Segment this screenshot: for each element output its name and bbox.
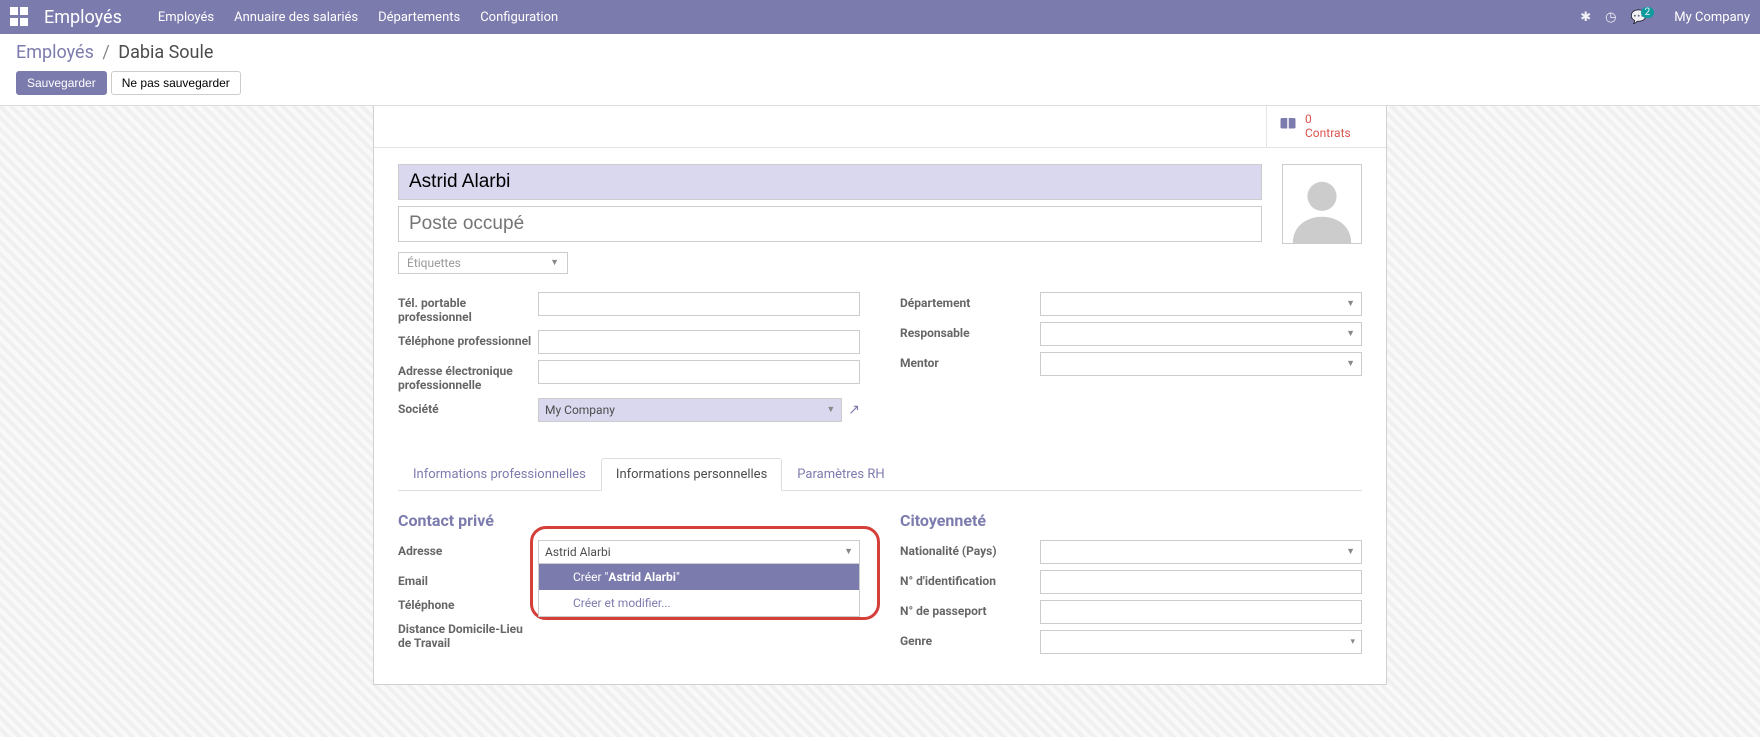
top-navbar: Employés Employés Annuaire des salariés …: [0, 0, 1760, 34]
chevron-down-icon: ▼: [1346, 298, 1355, 309]
address-select[interactable]: Astrid Alarbi ▼: [538, 540, 860, 564]
field-label-manager: Responsable: [900, 322, 1040, 340]
chat-icon[interactable]: 💬2: [1630, 10, 1660, 25]
field-label-mentor: Mentor: [900, 352, 1040, 370]
section-title-private: Contact privé: [398, 511, 860, 530]
field-label-private-email: Email: [398, 570, 538, 588]
breadcrumb-current: Dabia Soule: [118, 42, 213, 63]
company-select[interactable]: My Company ▼: [538, 398, 842, 422]
chat-badge: 2: [1641, 7, 1655, 18]
address-value: Astrid Alarbi: [545, 545, 611, 559]
chevron-down-icon: ▼: [550, 257, 559, 268]
chevron-down-icon: ▾: [1350, 637, 1355, 647]
section-title-citizenship: Citoyenneté: [900, 511, 1362, 530]
field-label-department: Département: [900, 292, 1040, 310]
field-label-private-phone: Téléphone: [398, 594, 538, 612]
breadcrumb-sep: /: [102, 42, 109, 63]
company-name[interactable]: My Company: [1674, 10, 1750, 25]
contracts-count: 0: [1305, 112, 1351, 126]
address-dropdown: Créer "Astrid Alarbi" Créer et modifier.…: [538, 564, 860, 617]
phone-input[interactable]: [538, 330, 860, 354]
nationality-select[interactable]: ▼: [1040, 540, 1362, 564]
bug-icon[interactable]: ✱: [1580, 10, 1591, 25]
tab-personal-info[interactable]: Informations personnelles: [601, 458, 782, 491]
clock-icon[interactable]: ◷: [1605, 10, 1616, 25]
employee-name-input[interactable]: [398, 164, 1262, 200]
field-label-address: Adresse: [398, 540, 538, 558]
contracts-stat-button[interactable]: 0 Contrats: [1266, 106, 1386, 147]
breadcrumb: Employés / Dabia Soule: [16, 42, 1744, 63]
nav-menu-item[interactable]: Configuration: [480, 10, 558, 25]
field-label-passport: N° de passeport: [900, 600, 1040, 618]
id-number-input[interactable]: [1040, 570, 1362, 594]
tags-input[interactable]: Étiquettes ▼: [398, 252, 568, 274]
form-sheet: 0 Contrats Étiquettes ▼: [373, 106, 1387, 685]
nav-right: ✱ ◷ 💬2 My Company: [1580, 10, 1750, 25]
department-select[interactable]: ▼: [1040, 292, 1362, 316]
field-label-phone: Téléphone professionnel: [398, 330, 538, 348]
nav-menu-item[interactable]: Annuaire des salariés: [234, 10, 358, 25]
employee-photo[interactable]: [1282, 164, 1362, 244]
gender-select[interactable]: ▾: [1040, 630, 1362, 654]
notebook-tabs: Informations professionnelles Informatio…: [398, 458, 1362, 491]
mentor-select[interactable]: ▼: [1040, 352, 1362, 376]
discard-button[interactable]: Ne pas sauvegarder: [111, 71, 241, 95]
field-label-id-number: N° d'identification: [900, 570, 1040, 588]
field-label-email: Adresse électronique professionnelle: [398, 360, 538, 392]
breadcrumb-root[interactable]: Employés: [16, 42, 94, 63]
passport-input[interactable]: [1040, 600, 1362, 624]
nav-menu: Employés Annuaire des salariés Départeme…: [158, 10, 1580, 25]
apps-icon[interactable]: [10, 7, 30, 27]
save-button[interactable]: Sauvegarder: [16, 71, 107, 95]
contracts-label: Contrats: [1305, 126, 1351, 140]
manager-select[interactable]: ▼: [1040, 322, 1362, 346]
book-icon: [1279, 115, 1297, 138]
chevron-down-icon: ▼: [826, 404, 835, 415]
field-label-nationality: Nationalité (Pays): [900, 540, 1040, 558]
field-label-company: Société: [398, 398, 538, 416]
nav-menu-item[interactable]: Départements: [378, 10, 460, 25]
field-label-distance: Distance Domicile-Lieu de Travail: [398, 618, 538, 650]
mobile-input[interactable]: [538, 292, 860, 316]
field-label-mobile: Tél. portable professionnel: [398, 292, 538, 324]
chevron-down-icon: ▼: [844, 546, 853, 557]
external-link-icon[interactable]: ↗: [848, 402, 860, 418]
company-value: My Company: [545, 403, 615, 417]
dropdown-create-item[interactable]: Créer "Astrid Alarbi": [539, 564, 859, 590]
nav-menu-item[interactable]: Employés: [158, 10, 214, 25]
job-title-input[interactable]: [398, 206, 1262, 242]
chevron-down-icon: ▼: [1346, 358, 1355, 369]
tags-placeholder: Étiquettes: [407, 256, 461, 270]
app-title: Employés: [44, 7, 122, 28]
tab-hr-settings[interactable]: Paramètres RH: [782, 458, 899, 491]
work-email-input[interactable]: [538, 360, 860, 384]
control-panel: Employés / Dabia Soule Sauvegarder Ne pa…: [0, 34, 1760, 106]
field-label-gender: Genre: [900, 630, 1040, 648]
tab-pro-info[interactable]: Informations professionnelles: [398, 458, 601, 491]
chevron-down-icon: ▼: [1346, 328, 1355, 339]
chevron-down-icon: ▼: [1346, 546, 1355, 557]
dropdown-create-edit-item[interactable]: Créer et modifier...: [539, 590, 859, 616]
form-background: 0 Contrats Étiquettes ▼: [0, 106, 1760, 737]
stat-button-box: 0 Contrats: [374, 106, 1386, 148]
